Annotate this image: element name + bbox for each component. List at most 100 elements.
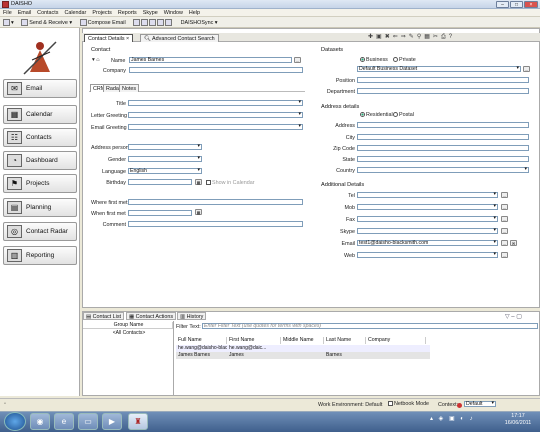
minimize-button[interactable]: –: [496, 1, 509, 8]
group-splitter[interactable]: [173, 321, 174, 396]
mob-field[interactable]: [357, 204, 498, 210]
birthday-calendar-icon[interactable]: ▦: [195, 179, 202, 185]
envelope-icon: ✉: [7, 82, 22, 95]
panel-controls[interactable]: ▽ ‒ ▢: [505, 313, 522, 320]
fax-field[interactable]: [357, 216, 498, 222]
position-field[interactable]: [357, 77, 529, 83]
skype-field[interactable]: [357, 228, 498, 234]
menu-reports[interactable]: Reports: [115, 9, 140, 17]
email-compose-icon[interactable]: ✉: [510, 240, 517, 246]
compose-email-button[interactable]: Compose Email: [77, 18, 129, 28]
menu-file[interactable]: File: [0, 9, 15, 17]
postal-radio[interactable]: Postal: [393, 112, 414, 118]
table-row[interactable]: he.wang@daisho-blacks... he.wang@daic...: [176, 345, 430, 352]
daisho-sync-dropdown[interactable]: DAISHOSync ▾: [178, 19, 221, 28]
tab-contact-actions[interactable]: ▦ Contact Actions: [126, 312, 177, 320]
subtab-notes[interactable]: Notes: [119, 84, 140, 92]
email-greeting-dropdown[interactable]: [128, 124, 303, 130]
contact-actions-toolbar[interactable]: ✚▣✖⇐⇒✎⚲▦✂⎙?: [368, 33, 538, 42]
tel-label: Tel: [348, 193, 355, 199]
dataset-edit-button[interactable]: …: [523, 66, 530, 72]
address-details-header: Address details: [321, 104, 360, 110]
taskbar-ie-icon[interactable]: e: [54, 413, 74, 430]
nav-reporting-button[interactable]: ▥ Reporting: [3, 246, 77, 265]
taskbar-daisho-icon[interactable]: ♜: [128, 413, 148, 430]
group-all-contacts[interactable]: <All Contacts>: [83, 330, 173, 337]
when-first-met-calendar-icon[interactable]: ▦: [195, 209, 202, 215]
when-first-met-field[interactable]: [128, 210, 192, 216]
address-person-dropdown[interactable]: [128, 144, 202, 150]
birthday-field[interactable]: [128, 179, 192, 185]
col-last-name[interactable]: Last Name: [324, 337, 366, 344]
business-radio[interactable]: Business: [360, 57, 388, 63]
menu-calendar[interactable]: Calendar: [61, 9, 89, 17]
netbook-mode-checkbox[interactable]: Netbook Mode: [388, 401, 429, 407]
country-dropdown[interactable]: [357, 167, 529, 173]
nav-contact-radar-button[interactable]: ◎ Contact Radar: [3, 222, 77, 241]
department-field[interactable]: [357, 88, 529, 94]
nav-dashboard-button[interactable]: ◔ Dashboard: [3, 151, 77, 170]
maximize-button[interactable]: □: [510, 1, 523, 8]
skype-call-button[interactable]: …: [501, 228, 508, 234]
private-radio[interactable]: Private: [393, 57, 416, 63]
city-field[interactable]: [357, 134, 529, 140]
taskbar-explorer-icon[interactable]: ▭: [78, 413, 98, 430]
menu-window[interactable]: Window: [161, 9, 186, 17]
col-company[interactable]: Company: [366, 337, 426, 344]
title-dropdown[interactable]: [128, 100, 303, 106]
language-dropdown[interactable]: English: [128, 168, 202, 174]
tab-history[interactable]: ▥ History: [177, 312, 207, 320]
nav-contacts-button[interactable]: ☷ Contacts: [3, 128, 77, 147]
filter-text-input[interactable]: Enter Filter Text (use quotes for terms …: [202, 323, 538, 329]
planning-icon: ▤: [7, 201, 22, 214]
toolbar-icon-group[interactable]: [130, 18, 176, 28]
close-button[interactable]: ×: [524, 1, 538, 8]
zip-code-field[interactable]: [357, 145, 529, 151]
start-button[interactable]: [4, 412, 26, 431]
tab-advanced-contact-search[interactable]: 🔍︎ Advanced Contact Search: [140, 34, 219, 42]
table-row[interactable]: James Barnes James Barnes: [176, 352, 430, 359]
pin-button[interactable]: ▾: [0, 18, 17, 28]
col-middle-name[interactable]: Middle Name: [281, 337, 324, 344]
context-dropdown[interactable]: Default: [464, 401, 496, 407]
name-edit-button[interactable]: …: [294, 57, 301, 63]
radio-business-dot: [360, 57, 365, 63]
system-tray-icons[interactable]: ▴ ◈ ▣ ◐ ♪: [430, 415, 494, 426]
residential-radio[interactable]: Residential: [360, 112, 393, 118]
show-in-calendar-checkbox[interactable]: Show in Calendar: [206, 180, 255, 186]
address-field[interactable]: [357, 122, 529, 128]
tel-field[interactable]: [357, 192, 498, 198]
tel-call-button[interactable]: …: [501, 192, 508, 198]
web-open-button[interactable]: …: [501, 252, 508, 258]
email-field[interactable]: test1@daisho-blacksmith.com: [357, 240, 498, 246]
nav-planning-button[interactable]: ▤ Planning: [3, 198, 77, 217]
menu-projects[interactable]: Projects: [89, 9, 114, 17]
fax-button[interactable]: …: [501, 216, 508, 222]
dataset-dropdown[interactable]: Default Business Dataset: [357, 66, 521, 72]
nav-calendar-button[interactable]: ▦ Calendar: [3, 105, 77, 124]
email-send-button[interactable]: …: [501, 240, 508, 246]
letter-greeting-dropdown[interactable]: [128, 112, 303, 118]
where-first-met-field[interactable]: [128, 199, 303, 205]
web-field[interactable]: [357, 252, 498, 258]
col-first-name[interactable]: First Name: [227, 337, 281, 344]
nav-projects-button[interactable]: ⚑ Projects: [3, 174, 77, 193]
menu-skype[interactable]: Skype: [140, 9, 161, 17]
gender-dropdown[interactable]: [128, 156, 202, 162]
send-receive-button[interactable]: Send & Receive ▾: [18, 18, 75, 28]
menu-help[interactable]: Help: [186, 9, 203, 17]
col-full-name[interactable]: Full Name: [176, 337, 227, 344]
system-clock[interactable]: 17:17 16/06/2011: [500, 413, 536, 427]
taskbar-media-icon[interactable]: ▶: [102, 413, 122, 430]
company-field[interactable]: [129, 67, 303, 73]
menu-email[interactable]: Email: [15, 9, 34, 17]
mob-call-button[interactable]: …: [501, 204, 508, 210]
tab-contact-list[interactable]: ▤ Contact List: [83, 312, 125, 320]
state-field[interactable]: [357, 156, 529, 162]
comment-field[interactable]: [128, 221, 303, 227]
taskbar-chrome-icon[interactable]: ◉: [30, 413, 50, 430]
nav-email-button[interactable]: ✉ Email: [3, 79, 77, 98]
tab-contact-details[interactable]: Contact Details ×: [84, 34, 134, 42]
menu-contacts[interactable]: Contacts: [34, 9, 61, 17]
name-field[interactable]: James Barnes: [129, 57, 292, 63]
